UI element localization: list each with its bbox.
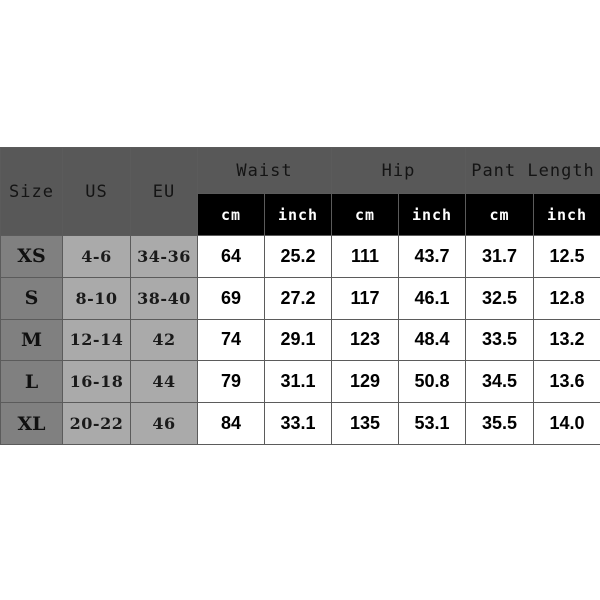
table-body: XS 4-6 34-36 64 25.2 111 43.7 31.7 12.5 … [0,235,600,445]
cell-pant-length-inch: 12.5 [533,235,600,278]
cell-hip-inch: 48.4 [398,318,466,362]
cell-hip-cm: 135 [331,402,399,445]
cell-us: 12-14 [62,318,131,362]
cell-size: XS [0,235,63,278]
table-row: L 16-18 44 79 31.1 129 50.8 34.5 13.6 [0,360,600,404]
cell-waist-inch: 33.1 [264,402,332,445]
cell-eu: 46 [130,402,198,445]
cell-waist-cm: 74 [197,318,265,362]
size-chart-container: Size US EU Waist Hip Pant Length cm inch… [0,147,600,445]
cell-size: M [0,318,63,362]
cell-size: L [0,360,63,404]
cell-us: 16-18 [62,360,131,404]
cell-pant-length-inch: 14.0 [533,402,600,445]
cell-pant-length-cm: 31.7 [465,235,534,278]
cell-pant-length-cm: 34.5 [465,360,534,404]
cell-waist-cm: 69 [197,276,265,320]
header-unit-hip-cm: cm [331,193,399,236]
table-row: M 12-14 42 74 29.1 123 48.4 33.5 13.2 [0,318,600,362]
header-unit-pant-length-cm: cm [465,193,534,236]
cell-hip-inch: 46.1 [398,276,466,320]
cell-hip-cm: 123 [331,318,399,362]
cell-us: 20-22 [62,402,131,445]
cell-hip-cm: 129 [331,360,399,404]
header-row-groups: Size US EU Waist Hip Pant Length [0,147,600,236]
cell-pant-length-cm: 32.5 [465,276,534,320]
header-unit-pant-length-inch: inch [533,193,600,236]
cell-waist-inch: 27.2 [264,276,332,320]
cell-size: S [0,276,63,320]
header-unit-waist-inch: inch [264,193,332,236]
cell-hip-inch: 53.1 [398,402,466,445]
header-eu: EU [130,147,198,236]
cell-pant-length-cm: 33.5 [465,318,534,362]
cell-pant-length-inch: 13.6 [533,360,600,404]
cell-pant-length-inch: 13.2 [533,318,600,362]
header-group-pant-length: Pant Length [465,147,600,194]
table-row: S 8-10 38-40 69 27.2 117 46.1 32.5 12.8 [0,276,600,320]
cell-hip-inch: 43.7 [398,235,466,278]
cell-waist-inch: 29.1 [264,318,332,362]
cell-waist-cm: 64 [197,235,265,278]
cell-waist-inch: 31.1 [264,360,332,404]
table-header: Size US EU Waist Hip Pant Length cm inch… [0,147,600,236]
cell-pant-length-cm: 35.5 [465,402,534,445]
table-row: XS 4-6 34-36 64 25.2 111 43.7 31.7 12.5 [0,235,600,278]
cell-hip-cm: 111 [331,235,399,278]
cell-eu: 42 [130,318,198,362]
header-us: US [62,147,131,236]
header-group-waist: Waist [197,147,332,194]
cell-waist-inch: 25.2 [264,235,332,278]
header-group-hip: Hip [331,147,466,194]
cell-eu: 38-40 [130,276,198,320]
header-size: Size [0,147,63,236]
cell-eu: 44 [130,360,198,404]
cell-pant-length-inch: 12.8 [533,276,600,320]
cell-us: 8-10 [62,276,131,320]
cell-waist-cm: 84 [197,402,265,445]
table-row: XL 20-22 46 84 33.1 135 53.1 35.5 14.0 [0,402,600,445]
cell-waist-cm: 79 [197,360,265,404]
cell-us: 4-6 [62,235,131,278]
header-unit-hip-inch: inch [398,193,466,236]
cell-size: XL [0,402,63,445]
size-chart-table: Size US EU Waist Hip Pant Length cm inch… [0,147,600,445]
header-unit-waist-cm: cm [197,193,265,236]
cell-hip-cm: 117 [331,276,399,320]
cell-eu: 34-36 [130,235,198,278]
cell-hip-inch: 50.8 [398,360,466,404]
